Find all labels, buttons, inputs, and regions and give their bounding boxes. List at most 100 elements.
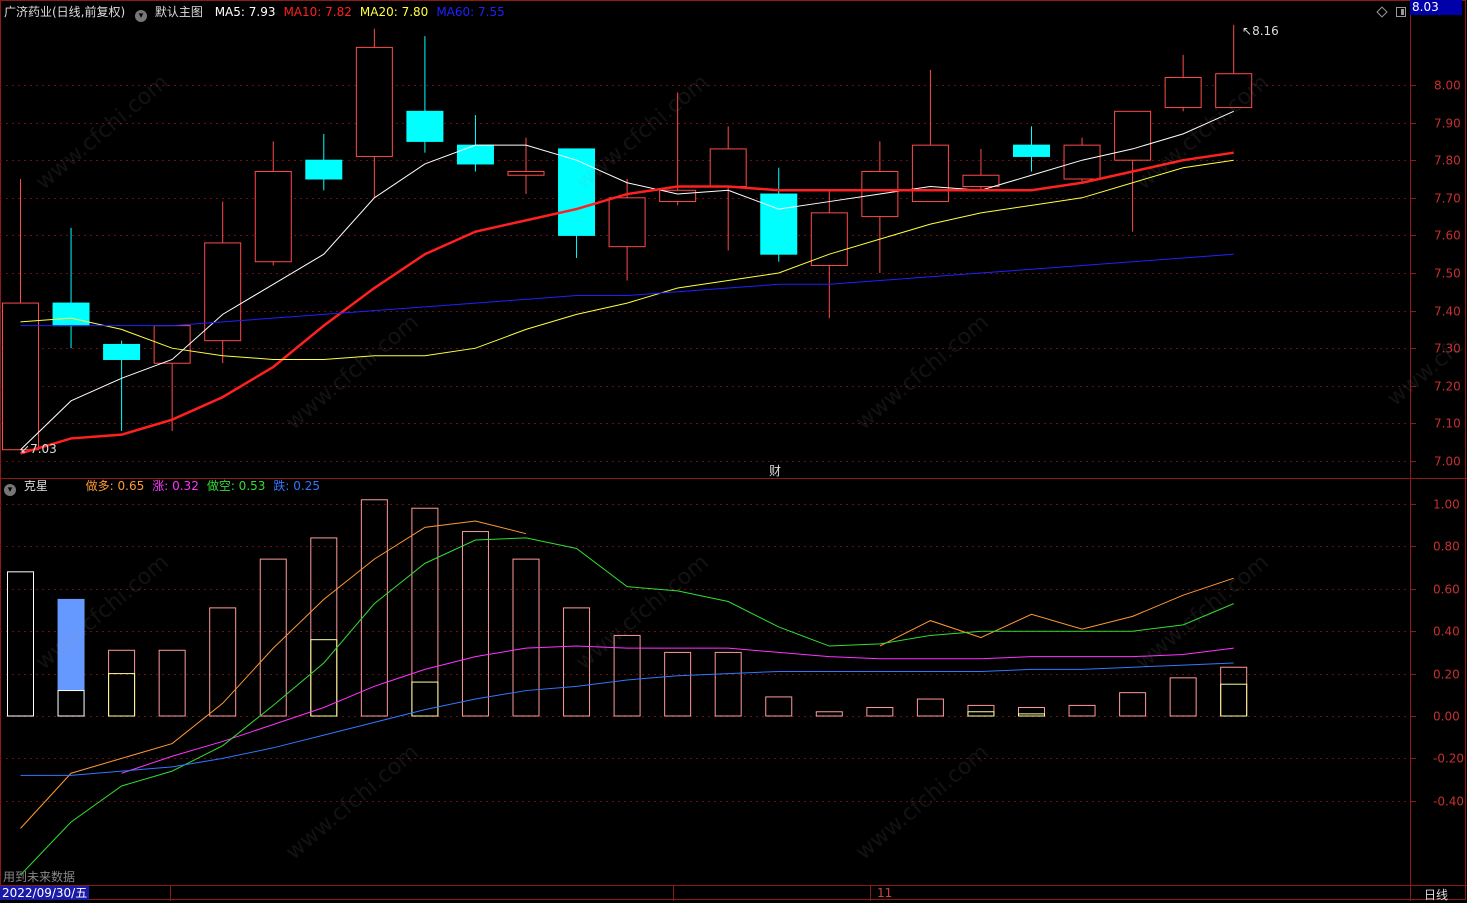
indicator-value-label: 涨: 0.32 xyxy=(152,479,199,493)
indicator-bar-body xyxy=(158,649,186,717)
candle[interactable] xyxy=(1164,54,1202,112)
outer-border xyxy=(0,0,1466,900)
candle-body xyxy=(810,212,848,266)
indicator-bar[interactable] xyxy=(310,537,338,717)
candle[interactable] xyxy=(507,137,545,195)
candle[interactable] xyxy=(305,133,343,191)
indicator-value-label: 做空: 0.53 xyxy=(206,479,266,493)
indicator-bar-body xyxy=(1068,704,1096,717)
indicator-bar-body xyxy=(664,651,692,717)
candle-body xyxy=(709,148,747,188)
indicator-tick-label: 0.20 xyxy=(1433,668,1460,682)
indicator-bar-body xyxy=(916,698,944,717)
price-tick-label: 7.20 xyxy=(1434,380,1461,394)
candle[interactable] xyxy=(355,28,393,198)
price-tick-label: 7.50 xyxy=(1434,267,1461,281)
future-data-note: 用到未来数据 xyxy=(3,870,76,884)
indicator-tick-label: 0.60 xyxy=(1433,583,1460,597)
indicator-bar[interactable] xyxy=(916,698,944,717)
low-price-label: ↙7.03 xyxy=(20,442,57,456)
chart-frame xyxy=(0,0,1467,901)
candle[interactable] xyxy=(52,227,90,349)
stock-title: 广济药业(日线,前复权) xyxy=(4,5,126,19)
candle[interactable] xyxy=(861,141,899,273)
indicator-bar[interactable] xyxy=(866,707,894,717)
finance-mark[interactable]: 财 xyxy=(769,462,781,479)
candle-body xyxy=(608,197,646,248)
candle[interactable] xyxy=(204,201,242,364)
indicator-bar-body xyxy=(1169,677,1197,717)
template-label[interactable]: 默认主图 xyxy=(155,5,203,19)
price-tick-label: 7.80 xyxy=(1434,154,1461,168)
candle-body xyxy=(1114,110,1152,161)
indicator-bar-inner xyxy=(1220,683,1248,717)
indicator-bar[interactable] xyxy=(158,649,186,717)
candle-body xyxy=(103,343,141,360)
ma-label: MA5: 7.93 xyxy=(214,5,276,19)
indicator-bar[interactable] xyxy=(461,531,489,717)
indicator-bar-body xyxy=(108,649,136,717)
indicator-bar-body xyxy=(1119,692,1147,717)
month-mark: 11 xyxy=(877,886,893,900)
price-tick-label: 7.00 xyxy=(1434,455,1461,469)
candlestick-series[interactable] xyxy=(2,24,1253,451)
indicator-bar-inner xyxy=(967,711,995,717)
indicator-bar[interactable] xyxy=(664,651,692,717)
candle-body xyxy=(659,189,697,203)
candle[interactable] xyxy=(760,167,798,262)
moving-average-lines xyxy=(20,110,1234,455)
candle[interactable] xyxy=(1013,126,1050,172)
chart-canvas[interactable]: 8.007.907.807.707.607.507.407.307.207.10… xyxy=(0,0,1467,901)
indicator-bar[interactable] xyxy=(1018,707,1045,717)
indicator-bar[interactable] xyxy=(714,651,742,717)
indicator-bar-inner xyxy=(1018,713,1045,717)
indicator-bar-body xyxy=(815,711,843,717)
indicator-tick-label: 0.00 xyxy=(1433,710,1460,724)
indicator-bar-body xyxy=(461,531,489,717)
candle-body xyxy=(760,193,798,255)
price-tick-label: 7.60 xyxy=(1434,229,1461,243)
indicator-bar-body xyxy=(714,651,742,717)
price-tick-label: 7.10 xyxy=(1434,417,1461,431)
candle-body xyxy=(153,325,191,364)
candle[interactable] xyxy=(2,179,39,451)
candle-body xyxy=(962,174,1000,188)
template-dropdown-icon[interactable]: ▾ xyxy=(135,10,148,22)
indicator-name[interactable]: 克星 xyxy=(24,479,48,493)
candle-body xyxy=(2,302,39,451)
indicator-line xyxy=(121,645,1234,774)
indicator-bar[interactable] xyxy=(765,696,793,717)
indicator-bar-inner xyxy=(310,639,338,717)
indicator-bar[interactable] xyxy=(411,507,439,717)
indicator-bar[interactable] xyxy=(209,607,237,717)
main-header: 广济药业(日线,前复权) ▾ 默认主图 MA5: 7.93 MA10: 7.82 M… xyxy=(4,5,505,22)
indicator-bar-body xyxy=(1018,707,1045,717)
indicator-bar[interactable] xyxy=(967,704,995,717)
high-price-label: ↖8.16 xyxy=(1242,24,1279,38)
indicator-bar[interactable] xyxy=(259,558,287,717)
indicator-line xyxy=(20,537,1234,876)
indicator-bar[interactable] xyxy=(1169,677,1197,717)
candle[interactable] xyxy=(254,141,292,266)
candle[interactable] xyxy=(406,36,444,153)
indicator-bar[interactable] xyxy=(815,711,843,717)
window-mode-icon[interactable] xyxy=(1396,7,1406,17)
cursor-date: 2022/09/30/五 xyxy=(0,886,90,900)
indicator-bar[interactable] xyxy=(108,649,136,717)
indicator-bar-body xyxy=(209,607,237,717)
candle-body xyxy=(911,144,949,203)
candle-body xyxy=(507,170,545,176)
indicator-bar[interactable] xyxy=(1119,692,1147,717)
candle[interactable] xyxy=(911,69,949,203)
indicator-bar-body xyxy=(259,558,287,717)
candle-body xyxy=(305,159,343,180)
candle-body xyxy=(1013,144,1050,157)
candle[interactable] xyxy=(103,340,141,431)
indicator-dropdown-icon[interactable]: ▾ xyxy=(4,484,16,496)
indicator-bar[interactable] xyxy=(1068,704,1096,717)
indicator-bar[interactable] xyxy=(7,571,34,717)
indicator-value-label: 跌: 0.25 xyxy=(273,479,320,493)
period-label[interactable]: 日线 xyxy=(1424,886,1448,903)
price-tick-label: 7.90 xyxy=(1434,117,1461,131)
candle[interactable] xyxy=(962,148,1000,191)
